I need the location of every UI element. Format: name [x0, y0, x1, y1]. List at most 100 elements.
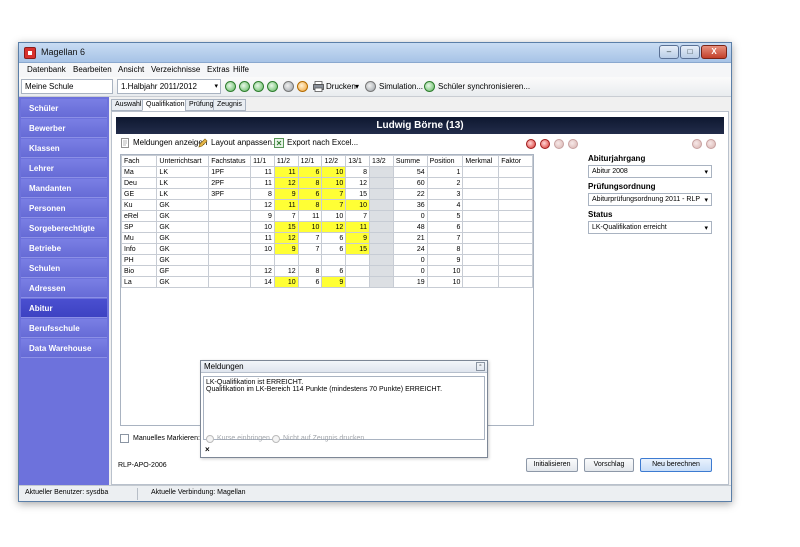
abitur-select[interactable]: Abitur 2008 ▾ [588, 165, 712, 178]
refresh-icon[interactable] [283, 81, 294, 92]
grid-cell[interactable]: 6 [297, 188, 323, 200]
grid-cell[interactable]: 6 [321, 265, 347, 277]
printer-icon[interactable] [313, 81, 324, 92]
grid-cell[interactable]: Ku [120, 199, 158, 211]
table-row[interactable]: Mu GK 11 12 7 6 9 21 7 [120, 232, 533, 244]
move-down-icon[interactable] [568, 139, 578, 149]
grid-cell[interactable]: 5 [426, 210, 464, 222]
side-down-icon[interactable] [706, 139, 716, 149]
grid-cell[interactable]: 15 [273, 221, 299, 233]
grid-cell[interactable]: 1PF [208, 166, 252, 178]
nav-last-icon[interactable] [267, 81, 278, 92]
grid-cell[interactable] [498, 210, 533, 222]
grid-cell[interactable]: GK [156, 199, 210, 211]
column-header[interactable]: Summe [392, 155, 428, 167]
grid-cell[interactable] [498, 276, 533, 288]
grid-cell[interactable]: 36 [392, 199, 428, 211]
grid-cell[interactable] [462, 177, 500, 189]
dialog-maximize-icon[interactable]: ▫ [476, 362, 485, 371]
column-header[interactable]: Position [426, 155, 464, 167]
menu-hilfe[interactable]: Hilfe [233, 65, 249, 74]
table-row[interactable]: La GK 14 10 6 9 19 10 [120, 276, 533, 288]
grid-cell[interactable]: 10 [250, 221, 275, 233]
grid-cell[interactable]: 12 [250, 265, 275, 277]
grid-cell[interactable]: 12 [321, 221, 347, 233]
sidebar-item-abitur[interactable]: Abitur [21, 299, 107, 318]
grid-cell[interactable]: Info [120, 243, 158, 255]
grid-cell[interactable]: GK [156, 221, 210, 233]
table-row[interactable]: SP GK 10 15 10 12 11 48 6 [120, 221, 533, 233]
grid-cell[interactable]: 6 [321, 243, 347, 255]
grid-cell[interactable] [345, 265, 371, 277]
remove-icon[interactable] [540, 139, 550, 149]
grid-cell[interactable]: 1 [426, 166, 464, 178]
column-header[interactable]: 13/2 [369, 155, 394, 167]
suggest-button[interactable]: Vorschlag [584, 458, 634, 472]
print-dropdown-icon[interactable]: ▾ [355, 82, 359, 91]
grid-cell[interactable]: Bio [120, 265, 158, 277]
grid-cell[interactable]: 10 [426, 276, 464, 288]
school-select[interactable]: Meine Schule [21, 79, 113, 94]
grid-cell[interactable] [208, 199, 252, 211]
sidebar-item-personen[interactable]: Personen [21, 199, 107, 218]
grid-cell[interactable] [369, 166, 394, 178]
grid-cell[interactable]: 14 [250, 276, 275, 288]
grid-cell[interactable]: 7 [273, 210, 299, 222]
sidebar-item-bewerber[interactable]: Bewerber [21, 119, 107, 138]
grid-cell[interactable] [462, 243, 500, 255]
grid-cell[interactable]: 7 [426, 232, 464, 244]
grid-cell[interactable]: 21 [392, 232, 428, 244]
grid-cell[interactable]: 0 [392, 265, 428, 277]
grid-cell[interactable] [462, 199, 500, 211]
grid-cell[interactable] [208, 265, 252, 277]
sidebar-item-sorgeberechtigte[interactable]: Sorgeberechtigte [21, 219, 107, 238]
grid-cell[interactable]: 11 [345, 221, 371, 233]
grid-cell[interactable] [462, 221, 500, 233]
table-row[interactable]: Ma LK 1PF 11 11 6 10 8 54 1 [120, 166, 533, 178]
grid-cell[interactable]: 9 [273, 243, 299, 255]
grid-cell[interactable]: 11 [273, 199, 299, 211]
export-excel-button[interactable]: Export nach Excel... [274, 138, 358, 148]
grid-cell[interactable] [498, 188, 533, 200]
filter-icon[interactable] [297, 81, 308, 92]
grid-cell[interactable]: 6 [297, 276, 323, 288]
grid-cell[interactable] [498, 199, 533, 211]
courses-radio[interactable] [206, 435, 214, 443]
grid-cell[interactable]: 3PF [208, 188, 252, 200]
column-header[interactable]: 11/2 [273, 155, 299, 167]
add-icon[interactable] [526, 139, 536, 149]
grid-cell[interactable]: 6 [297, 166, 323, 178]
messages-dialog-title-bar[interactable]: Meldungen ▫ [201, 361, 487, 373]
grid-cell[interactable]: GK [156, 210, 210, 222]
grid-cell[interactable] [208, 243, 252, 255]
grid-cell[interactable]: 10 [321, 210, 347, 222]
nav-prev-icon[interactable] [239, 81, 250, 92]
pruefung-select[interactable]: Abiturprüfungsordnung 2011 - RLP ▾ [588, 193, 712, 206]
grid-cell[interactable]: 4 [426, 199, 464, 211]
grid-cell[interactable]: GK [156, 254, 210, 266]
grid-cell[interactable] [498, 221, 533, 233]
recalculate-button[interactable]: Neu berechnen [640, 458, 712, 472]
grid-cell[interactable]: 2 [426, 177, 464, 189]
print-button[interactable]: Drucken [326, 82, 356, 91]
status-select[interactable]: LK-Qualifikation erreicht ▾ [588, 221, 712, 234]
grid-cell[interactable]: GF [156, 265, 210, 277]
nav-next-icon[interactable] [253, 81, 264, 92]
grid-cell[interactable]: 12 [273, 177, 299, 189]
column-header[interactable]: Fach [120, 155, 158, 167]
grid-cell[interactable]: 60 [392, 177, 428, 189]
table-row[interactable]: PH GK 0 9 [120, 254, 533, 266]
sidebar-item-berufsschule[interactable]: Berufsschule [21, 319, 107, 338]
grid-cell[interactable] [369, 177, 394, 189]
grid-cell[interactable] [345, 254, 371, 266]
sidebar-item-betriebe[interactable]: Betriebe [21, 239, 107, 258]
column-header[interactable]: Fachstatus [208, 155, 252, 167]
grid-cell[interactable] [273, 254, 299, 266]
grid-cell[interactable]: 48 [392, 221, 428, 233]
grid-cell[interactable]: 24 [392, 243, 428, 255]
grid-cell[interactable]: 0 [392, 210, 428, 222]
period-select[interactable]: 1.Halbjahr 2011/2012 ▾ [117, 79, 221, 94]
sync-button[interactable]: Schüler synchronisieren... [438, 82, 530, 91]
grid-cell[interactable] [321, 254, 347, 266]
menu-extras[interactable]: Extras [207, 65, 230, 74]
